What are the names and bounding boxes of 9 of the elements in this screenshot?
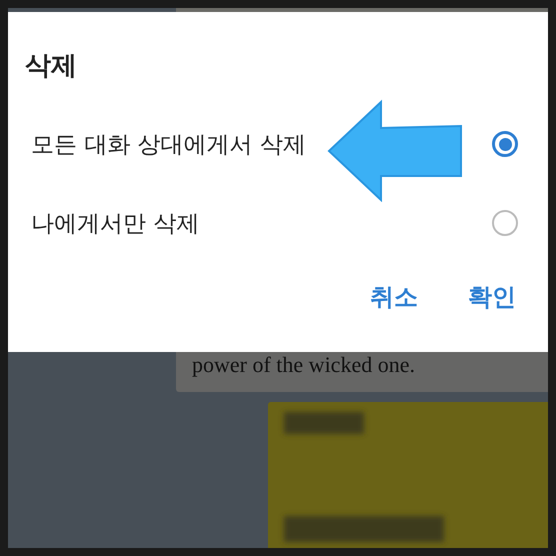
message-text: power of the wicked one.	[192, 352, 415, 377]
dialog-title: 삭제	[25, 50, 77, 83]
radio-button[interactable]	[492, 131, 518, 158]
radio-button[interactable]	[492, 210, 518, 236]
option-label: 모든 대화 상대에게서 삭제	[31, 130, 306, 160]
option-label: 나에게서만 삭제	[31, 210, 200, 239]
dialog-button[interactable]: 확인	[466, 280, 518, 313]
arrow-icon	[325, 98, 465, 202]
dialog-button[interactable]: 취소	[368, 280, 420, 313]
